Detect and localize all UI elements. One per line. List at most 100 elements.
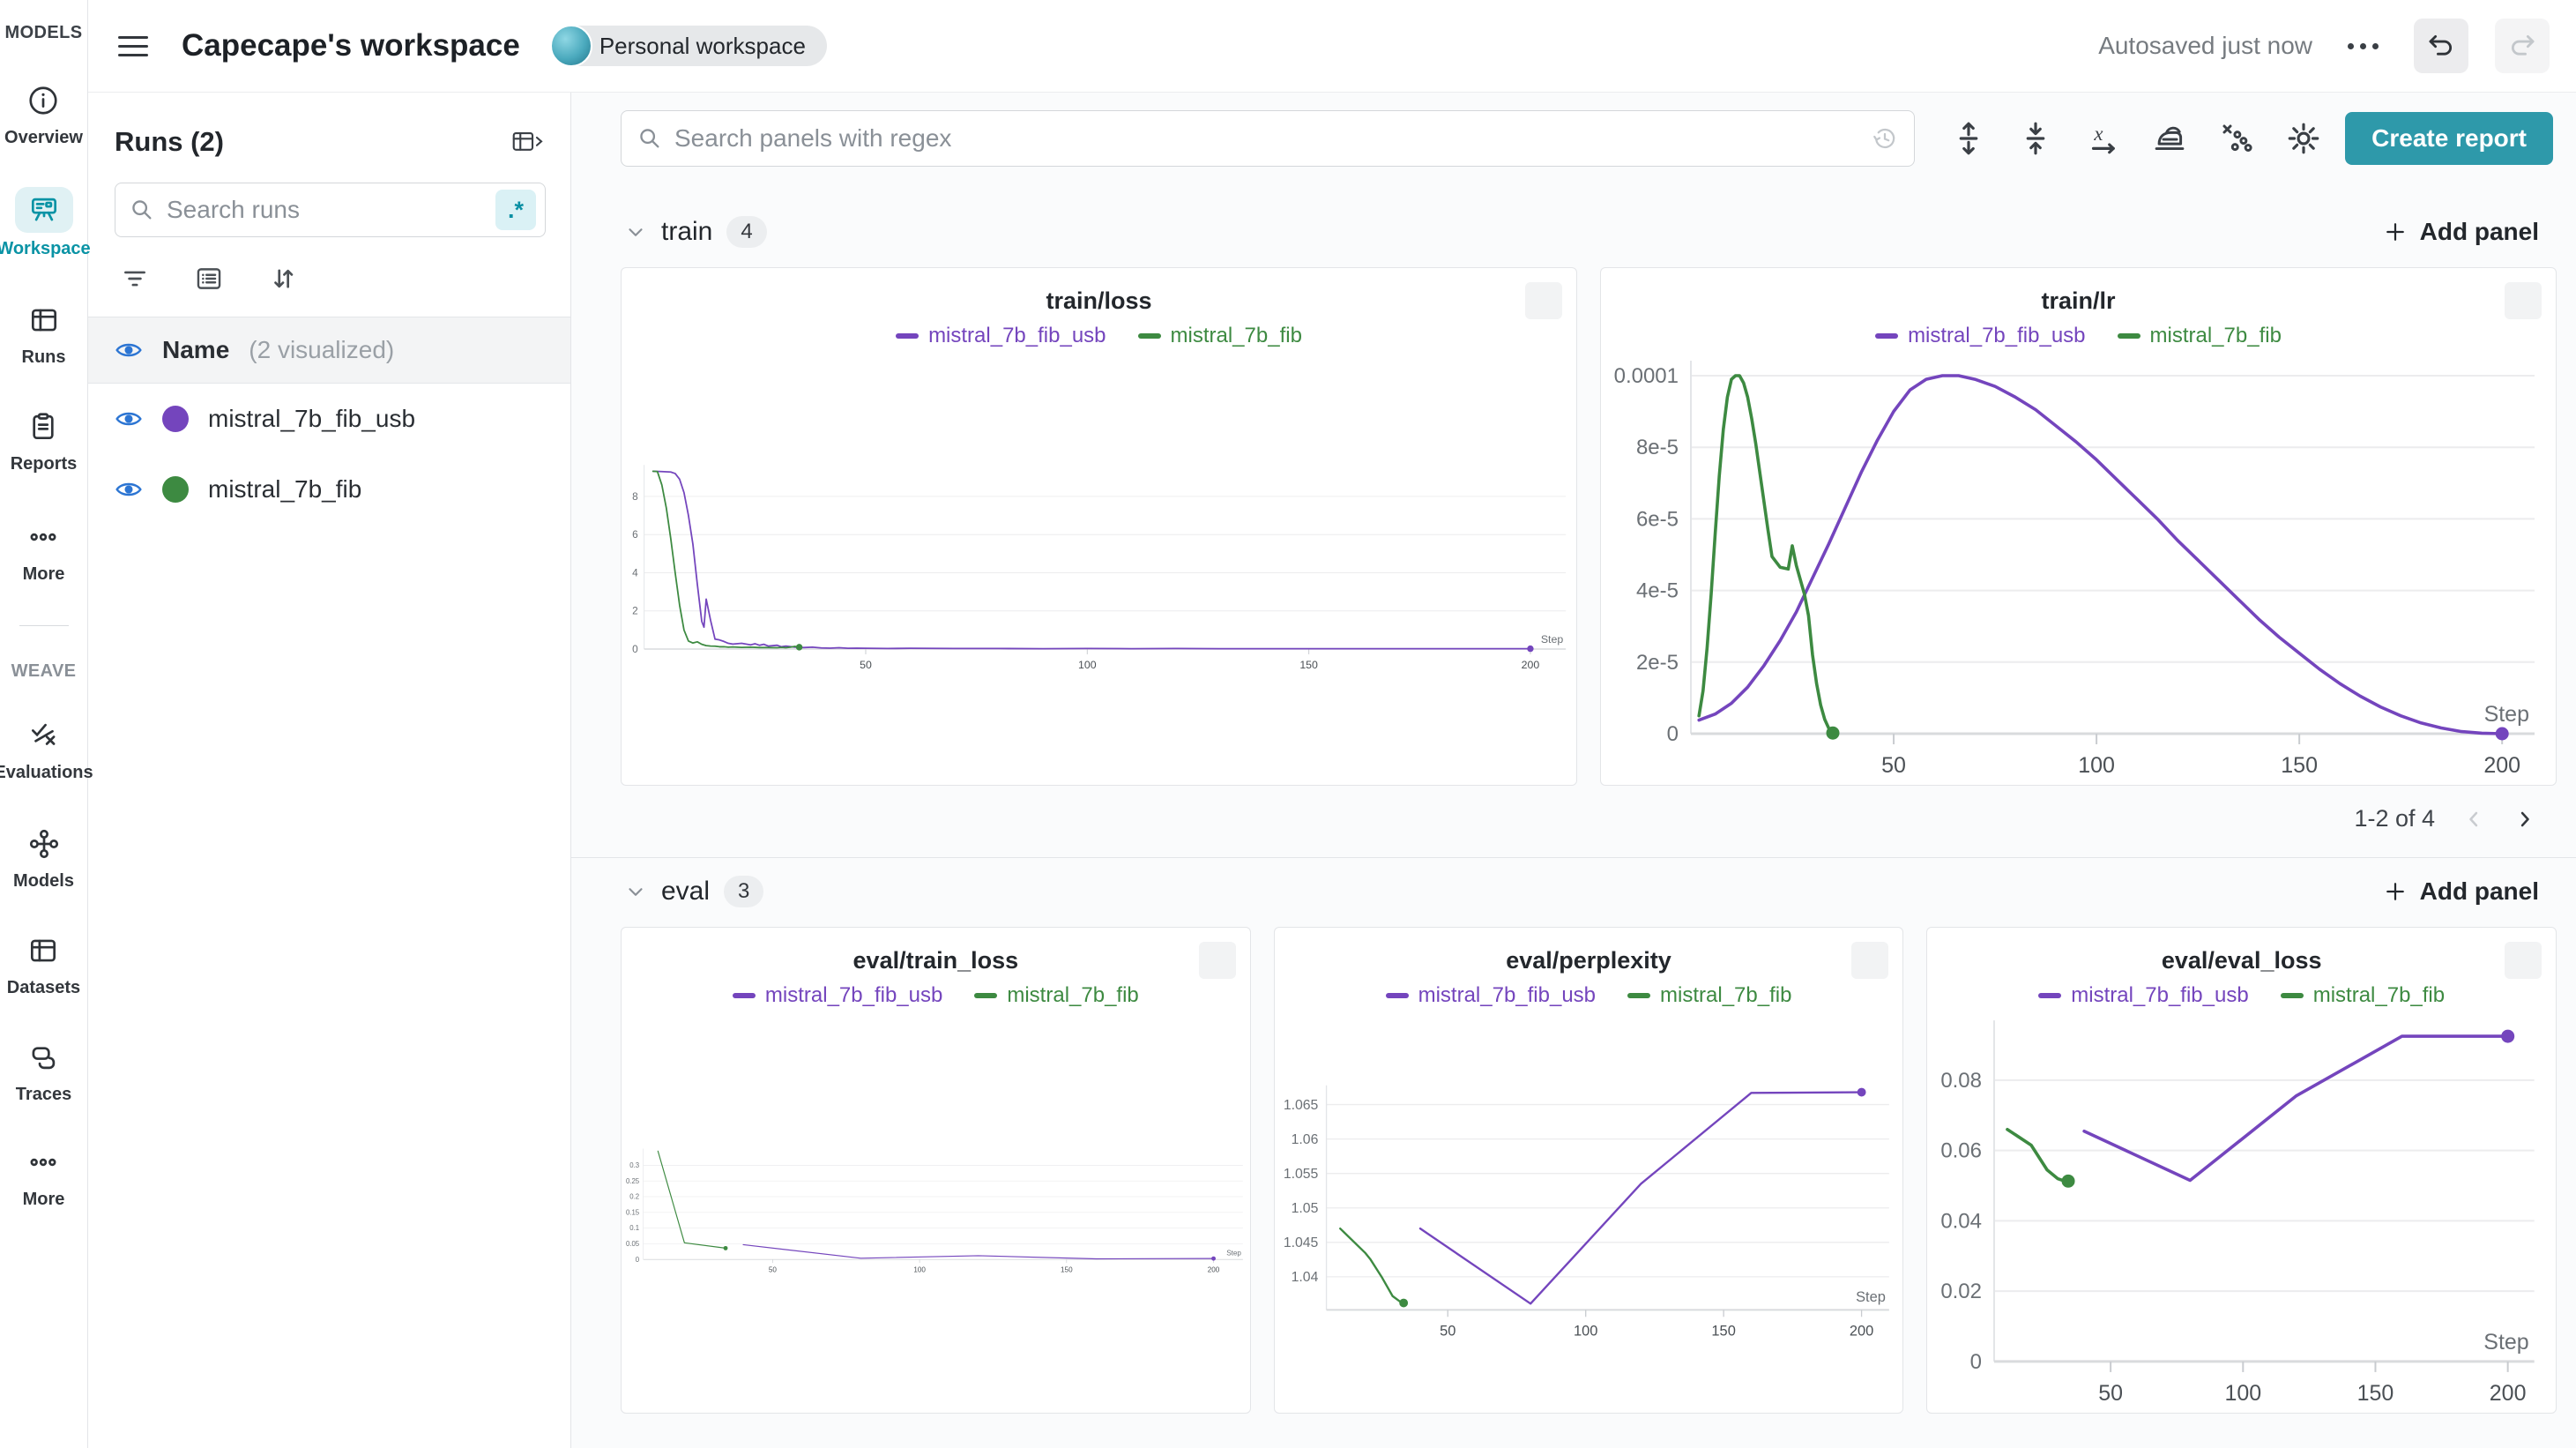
smoothing-iron-icon[interactable] — [2151, 120, 2188, 157]
panel-menu-button[interactable] — [1199, 942, 1236, 979]
sidebar-item-reports[interactable]: Reports — [11, 410, 78, 474]
svg-text:200: 200 — [2483, 753, 2520, 778]
svg-text:100: 100 — [2225, 1381, 2262, 1406]
sidebar-item-label: Workspace — [0, 239, 91, 259]
sidebar-item-label: Traces — [16, 1085, 71, 1105]
sidebar-item-traces[interactable]: Traces — [16, 1041, 71, 1105]
eye-icon[interactable] — [115, 340, 143, 360]
filter-icon[interactable] — [120, 264, 150, 294]
workspace-badge[interactable]: Personal workspace — [550, 25, 827, 67]
redo-button[interactable] — [2495, 19, 2550, 73]
more-dots-icon — [26, 520, 60, 558]
sidebar-item-more-weave[interactable]: More — [23, 1146, 65, 1210]
run-name: mistral_7b_fib_usb — [208, 405, 415, 433]
chart-panel-train-lr[interactable]: train/lrmistral_7b_fib_usbmistral_7b_fib… — [1600, 267, 2557, 786]
eye-icon[interactable] — [115, 409, 143, 429]
legend-item: mistral_7b_fib_usb — [733, 983, 942, 1008]
sidebar-item-workspace[interactable]: Workspace — [0, 187, 91, 259]
next-page-button[interactable] — [2513, 807, 2537, 832]
runs-search-input[interactable] — [167, 196, 495, 224]
search-icon — [637, 126, 662, 151]
panel-menu-button[interactable] — [1525, 282, 1562, 319]
overflow-menu-icon[interactable] — [2339, 34, 2387, 58]
svg-text:Step: Step — [1856, 1289, 1886, 1305]
create-report-button[interactable]: Create report — [2345, 112, 2553, 165]
svg-text:0: 0 — [1667, 722, 1679, 746]
svg-text:4e-5: 4e-5 — [1636, 579, 1679, 603]
panel-menu-button[interactable] — [1851, 942, 1888, 979]
add-panel-button[interactable]: Add panel — [2383, 877, 2539, 906]
panel-menu-button[interactable] — [2505, 942, 2542, 979]
prev-page-button[interactable] — [2461, 807, 2486, 832]
add-panel-button[interactable]: Add panel — [2383, 218, 2539, 246]
panel-menu-button[interactable] — [2505, 282, 2542, 319]
chart-legend: mistral_7b_fib_usb mistral_7b_fib — [1275, 983, 1903, 1008]
plus-icon — [2383, 220, 2408, 244]
sort-icon[interactable] — [268, 264, 298, 294]
chevron-down-icon[interactable] — [624, 220, 647, 243]
svg-text:1.04: 1.04 — [1291, 1270, 1318, 1285]
sidebar-item-more-models[interactable]: More — [23, 520, 65, 585]
expand-panels-icon[interactable] — [1950, 120, 1987, 157]
chart-svg: 00.020.040.060.0850100150200Step — [1927, 1008, 2556, 1413]
section-title: train — [661, 217, 712, 247]
sidebar-item-label: Models — [13, 871, 74, 892]
svg-text:Step: Step — [2484, 702, 2529, 727]
svg-text:1.06: 1.06 — [1291, 1132, 1318, 1147]
expand-runs-table-button[interactable] — [510, 129, 546, 155]
collapse-panels-icon[interactable] — [2017, 120, 2054, 157]
svg-text:0.1: 0.1 — [629, 1224, 639, 1232]
settings-gear-icon[interactable] — [2285, 120, 2322, 157]
train-section: train 4 Add panel train/lossmistral_7b_f… — [571, 204, 2576, 838]
svg-text:2: 2 — [632, 605, 638, 617]
run-color-dot — [162, 476, 189, 503]
name-column-label: Name — [162, 336, 229, 364]
table-icon — [26, 934, 60, 972]
sidebar-item-runs[interactable]: Runs — [22, 303, 66, 368]
svg-text:100: 100 — [913, 1266, 926, 1274]
chart-title: eval/eval_loss — [1927, 947, 2556, 974]
train-pagination: 1-2 of 4 — [571, 786, 2576, 838]
search-icon — [130, 198, 154, 222]
chart-panel-eval-train-loss[interactable]: eval/train_lossmistral_7b_fib_usbmistral… — [621, 927, 1251, 1414]
rail-divider — [19, 625, 69, 626]
table-icon — [27, 303, 61, 341]
svg-text:0.3: 0.3 — [629, 1161, 639, 1169]
run-row-mistral-7b-fib[interactable]: mistral_7b_fib — [88, 454, 570, 525]
sidebar-item-evaluations[interactable]: Evaluations — [0, 719, 93, 783]
sidebar-item-overview[interactable]: Overview — [4, 84, 83, 148]
svg-text:0: 0 — [632, 643, 638, 655]
svg-text:1.055: 1.055 — [1284, 1167, 1319, 1182]
svg-text:x: x — [2094, 123, 2103, 145]
runs-name-header-row[interactable]: Name (2 visualized) — [88, 317, 570, 384]
svg-text:100: 100 — [2078, 753, 2115, 778]
legend-item: mistral_7b_fib — [1627, 983, 1791, 1008]
outliers-icon[interactable] — [2218, 120, 2255, 157]
hamburger-menu-icon[interactable] — [118, 36, 148, 56]
legend-item: mistral_7b_fib_usb — [1386, 983, 1596, 1008]
undo-icon — [2426, 31, 2456, 61]
svg-text:150: 150 — [2281, 753, 2318, 778]
chart-panel-eval-perplexity[interactable]: eval/perplexitymistral_7b_fib_usbmistral… — [1274, 927, 1904, 1414]
x-axis-settings-icon[interactable]: x — [2084, 120, 2121, 157]
svg-text:6e-5: 6e-5 — [1636, 507, 1679, 531]
panels-toolbar: x Create report — [571, 93, 2576, 167]
svg-text:0.05: 0.05 — [626, 1240, 639, 1248]
run-row-mistral-7b-fib-usb[interactable]: mistral_7b_fib_usb — [88, 384, 570, 454]
sidebar-item-datasets[interactable]: Datasets — [7, 934, 80, 998]
sidebar-item-label: Runs — [22, 347, 66, 368]
svg-text:50: 50 — [1440, 1323, 1456, 1339]
chevron-down-icon[interactable] — [624, 880, 647, 903]
sidebar-item-models[interactable]: Models — [13, 827, 74, 892]
left-nav-rail: MODELS Overview Workspace Runs Reports M… — [0, 0, 88, 1448]
panel-search-input[interactable] — [674, 124, 1872, 153]
visualized-count: (2 visualized) — [249, 336, 394, 364]
eye-icon[interactable] — [115, 480, 143, 499]
info-icon — [26, 84, 60, 122]
group-list-icon[interactable] — [194, 264, 224, 294]
chart-panel-train-loss[interactable]: train/lossmistral_7b_fib_usbmistral_7b_f… — [621, 267, 1577, 786]
search-history-icon[interactable] — [1872, 125, 1898, 152]
undo-button[interactable] — [2414, 19, 2468, 73]
regex-toggle-button[interactable]: .* — [495, 190, 536, 230]
chart-panel-eval-eval-loss[interactable]: eval/eval_lossmistral_7b_fib_usbmistral_… — [1926, 927, 2557, 1414]
